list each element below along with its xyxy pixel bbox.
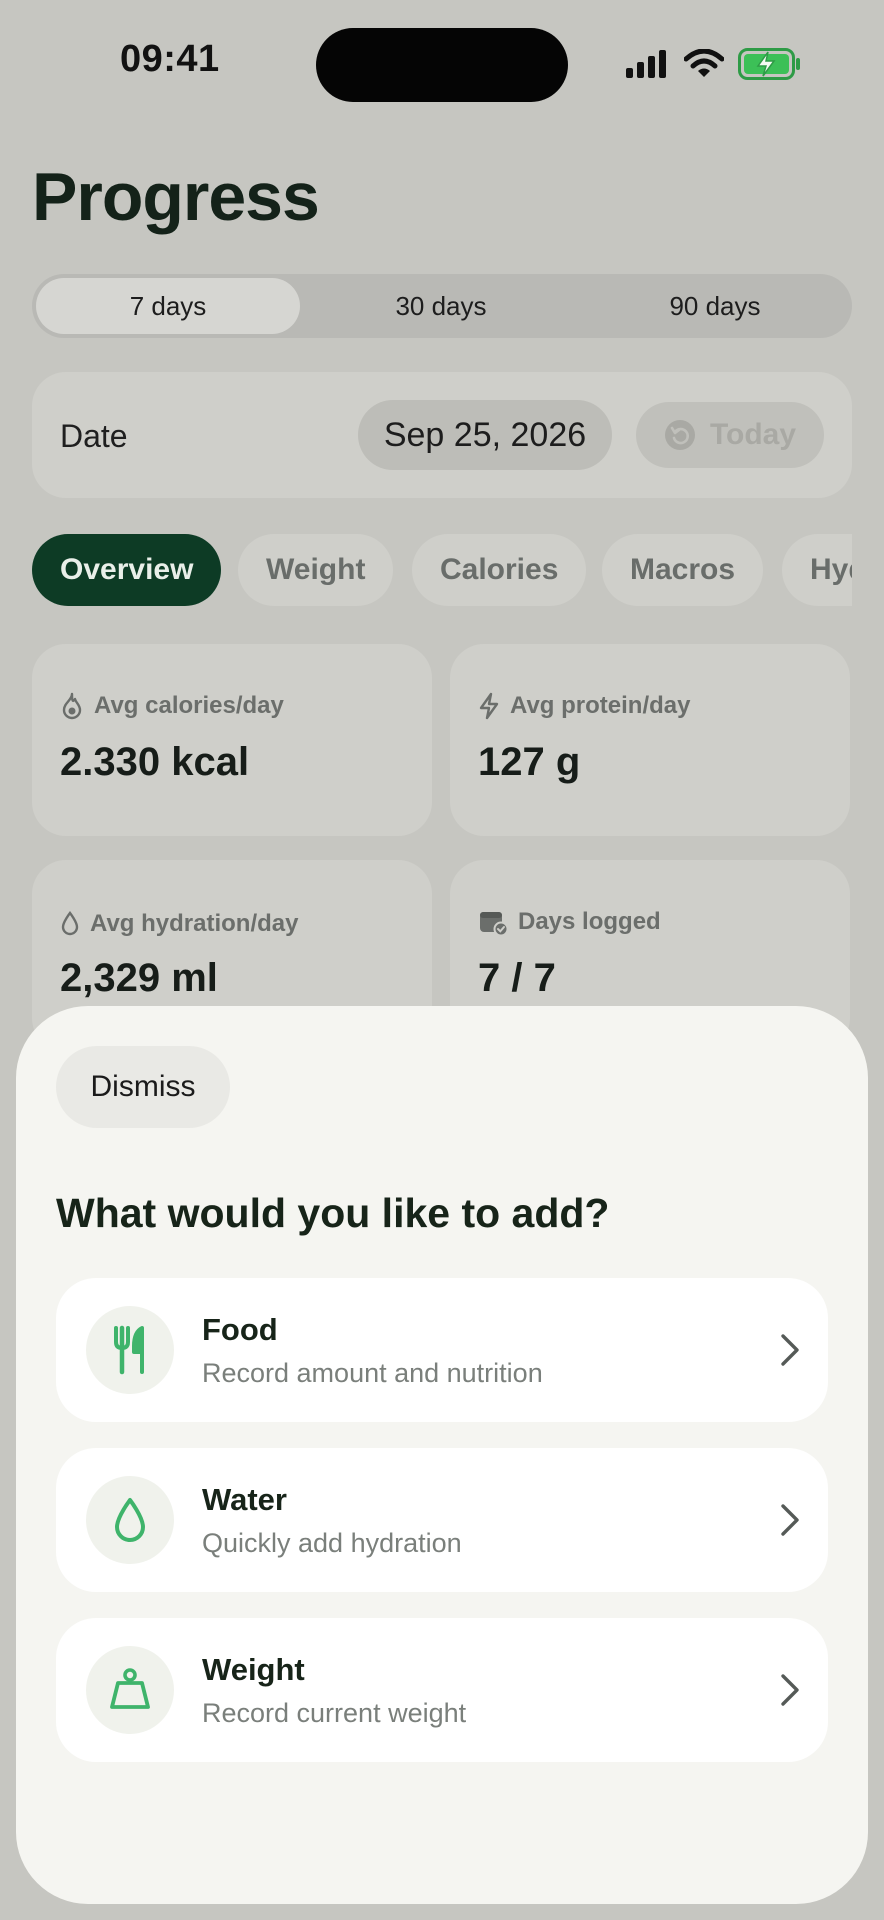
- today-label: Today: [709, 418, 797, 451]
- today-button[interactable]: Today: [636, 402, 824, 468]
- status-time: 09:41: [120, 38, 220, 80]
- range-option-7-days[interactable]: 7 days: [36, 278, 300, 334]
- stat-value-days-logged: 7 / 7: [478, 956, 556, 1000]
- range-option-90-days[interactable]: 90 days: [582, 278, 848, 334]
- option-subtitle: Quickly add hydration: [202, 1528, 462, 1558]
- bolt-icon: [479, 692, 499, 720]
- option-title: Food: [202, 1312, 278, 1347]
- tab-calories[interactable]: Calories: [412, 534, 587, 606]
- stat-value-protein: 127 g: [478, 740, 581, 784]
- stat-label-protein: Avg protein/day: [478, 692, 690, 720]
- range-option-30-days[interactable]: 30 days: [308, 278, 574, 334]
- tab-macros[interactable]: Macros: [602, 534, 764, 606]
- add-food-option[interactable]: Food Record amount and nutrition: [56, 1278, 828, 1422]
- wifi-icon: [684, 49, 724, 77]
- tab-weight[interactable]: Weight: [238, 534, 394, 606]
- calendar-check-icon: [480, 912, 508, 936]
- stat-label-calories: Avg calories/day: [60, 692, 284, 720]
- stat-value-hydration: 2,329 ml: [60, 956, 218, 1000]
- page-title: Progress: [32, 159, 320, 235]
- flame-icon: [62, 692, 82, 720]
- dismiss-button[interactable]: Dismiss: [56, 1046, 230, 1128]
- tab-hydration[interactable]: Hydration: [782, 534, 852, 606]
- stat-label-days-logged: Days logged: [478, 908, 661, 936]
- scale-icon: [86, 1646, 174, 1734]
- battery-charging-icon: [738, 48, 800, 80]
- droplet-icon: [86, 1476, 174, 1564]
- option-subtitle: Record amount and nutrition: [202, 1358, 543, 1388]
- sheet-title: What would you like to add?: [56, 1190, 610, 1236]
- reset-arrow-icon: [664, 420, 695, 450]
- dynamic-island: [316, 28, 568, 102]
- range-segmented-control: 7 days 30 days 90 days: [32, 274, 852, 338]
- metric-tabs: Overview Weight Calories Macros Hydratio…: [32, 534, 852, 606]
- chevron-right-icon: [781, 1674, 799, 1706]
- option-title: Water: [202, 1482, 287, 1517]
- option-subtitle: Record current weight: [202, 1698, 467, 1728]
- tab-overview[interactable]: Overview: [32, 534, 222, 606]
- chevron-right-icon: [781, 1504, 799, 1536]
- stat-value-calories: 2.330 kcal: [60, 740, 250, 784]
- stat-label-hydration: Avg hydration/day: [60, 910, 298, 938]
- add-water-option[interactable]: Water Quickly add hydration: [56, 1448, 828, 1592]
- date-picker-button[interactable]: Sep 25, 2026: [358, 400, 612, 470]
- fork-knife-icon: [86, 1306, 174, 1394]
- add-weight-option[interactable]: Weight Record current weight: [56, 1618, 828, 1762]
- droplet-icon: [61, 911, 79, 936]
- option-title: Weight: [202, 1652, 305, 1687]
- cellular-signal-icon: [626, 50, 666, 78]
- status-icons: [626, 48, 802, 80]
- chevron-right-icon: [781, 1334, 799, 1366]
- date-label: Date: [60, 418, 128, 454]
